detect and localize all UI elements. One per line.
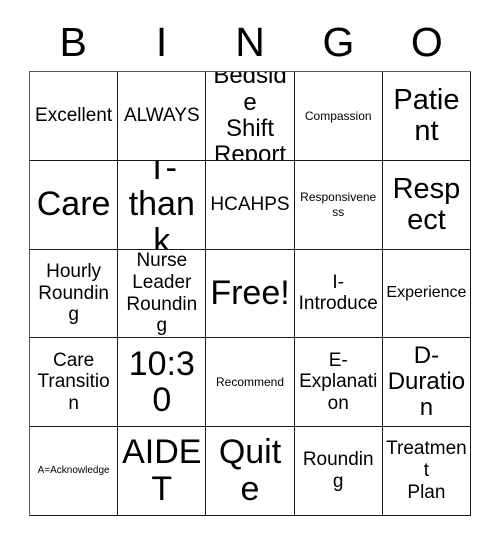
bingo-cell-label: Rounding [302, 449, 374, 493]
bingo-row: Care Transition 10:30 Recommend E- Explanat… [30, 338, 472, 428]
bingo-cell-label: Nurse Leader Rounding [126, 249, 198, 337]
bingo-cell[interactable]: Recommend [206, 338, 295, 428]
bingo-cell[interactable]: I- Introduce [294, 249, 383, 339]
bingo-cell[interactable]: Treatment Plan [382, 427, 472, 516]
bingo-cell[interactable]: AIDET [118, 427, 207, 516]
bingo-cell[interactable]: ALWAYS [118, 72, 207, 161]
bingo-header-letter-b: B [59, 19, 87, 65]
bingo-cell-label: Treatment Plan [386, 438, 467, 503]
bingo-cell[interactable]: Nurse Leader Rounding [118, 249, 207, 339]
bingo-header-row: BINGO [29, 14, 471, 71]
bingo-cell[interactable]: Care Transition [30, 338, 119, 428]
bingo-cell[interactable]: HCAHPS [206, 160, 295, 250]
bingo-row: A=Acknowledge AIDET Quite Rounding Treatment… [30, 427, 472, 516]
bingo-cell-label: Quite [218, 433, 282, 509]
bingo-cell-label: 10:30 [128, 344, 195, 420]
bingo-cell-label: E- Explanation [299, 349, 378, 415]
bingo-cell[interactable]: Hourly Rounding [30, 249, 119, 339]
bingo-grid: Excellent ALWAYS Bedside Shift Report Compa… [29, 71, 472, 516]
bingo-cell-label: Recommend [215, 375, 285, 390]
bingo-cell-label: ALWAYS [123, 104, 200, 126]
bingo-cell[interactable]: Responsiveness [294, 160, 383, 250]
bingo-cell-label: Care Transition [37, 349, 110, 415]
bingo-free-space[interactable]: Free! [206, 249, 295, 339]
bingo-row: Care T- thank HCAHPS Responsiveness Respect [30, 160, 472, 250]
bingo-cell-label: AIDET [122, 433, 202, 509]
bingo-cell-label: I- Introduce [298, 271, 378, 315]
bingo-row: Hourly Rounding Nurse Leader Rounding Free… [30, 249, 472, 339]
bingo-cell-label: Patient [393, 84, 460, 147]
bingo-cell-label: Responsiveness [300, 190, 377, 219]
bingo-header-letter-o: O [410, 19, 443, 65]
bingo-cell[interactable]: D- Duration [382, 338, 472, 428]
bingo-cell[interactable]: Care [30, 160, 119, 250]
bingo-cell[interactable]: 10:30 [118, 338, 207, 428]
bingo-row: Excellent ALWAYS Bedside Shift Report Compa… [30, 72, 472, 161]
bingo-card: B I N G O Excellent ALWAYS Bedside Shift Repor… [0, 0, 500, 544]
bingo-cell-label: D- Duration [387, 341, 466, 422]
bingo-cell-label: Free! [210, 274, 290, 313]
bingo-cell[interactable]: Excellent [30, 72, 119, 161]
bingo-cell[interactable]: Patient [382, 72, 472, 161]
bingo-cell-label: Respect [392, 172, 461, 236]
bingo-cell[interactable]: A=Acknowledge [30, 427, 119, 516]
bingo-cell-label: HCAHPS [210, 193, 290, 215]
bingo-cell-label: A=Acknowledge [37, 465, 110, 477]
bingo-cell-label: T- thank [128, 160, 195, 250]
bingo-cell[interactable]: Respect [382, 160, 472, 250]
bingo-cell[interactable]: E- Explanation [294, 338, 383, 428]
bingo-cell-label: Compassion [304, 108, 372, 123]
bingo-cell-label: Bedside Shift Report [213, 72, 287, 161]
bingo-cell[interactable]: Experience [382, 249, 472, 339]
bingo-header-letter-n: N [235, 19, 265, 65]
bingo-cell[interactable]: Quite [206, 427, 295, 516]
bingo-cell-label: Experience [386, 284, 467, 302]
bingo-cell[interactable]: Bedside Shift Report [206, 72, 295, 161]
bingo-header-letter-g: G [322, 19, 355, 65]
bingo-cell-label: Excellent [35, 104, 113, 126]
bingo-cell[interactable]: Compassion [294, 72, 383, 161]
bingo-cell[interactable]: Rounding [294, 427, 383, 516]
bingo-cell-label: Care [36, 185, 111, 224]
bingo-header-letter-i: I [155, 19, 168, 65]
bingo-cell[interactable]: T- thank [118, 160, 207, 250]
bingo-cell-label: Hourly Rounding [38, 260, 109, 326]
